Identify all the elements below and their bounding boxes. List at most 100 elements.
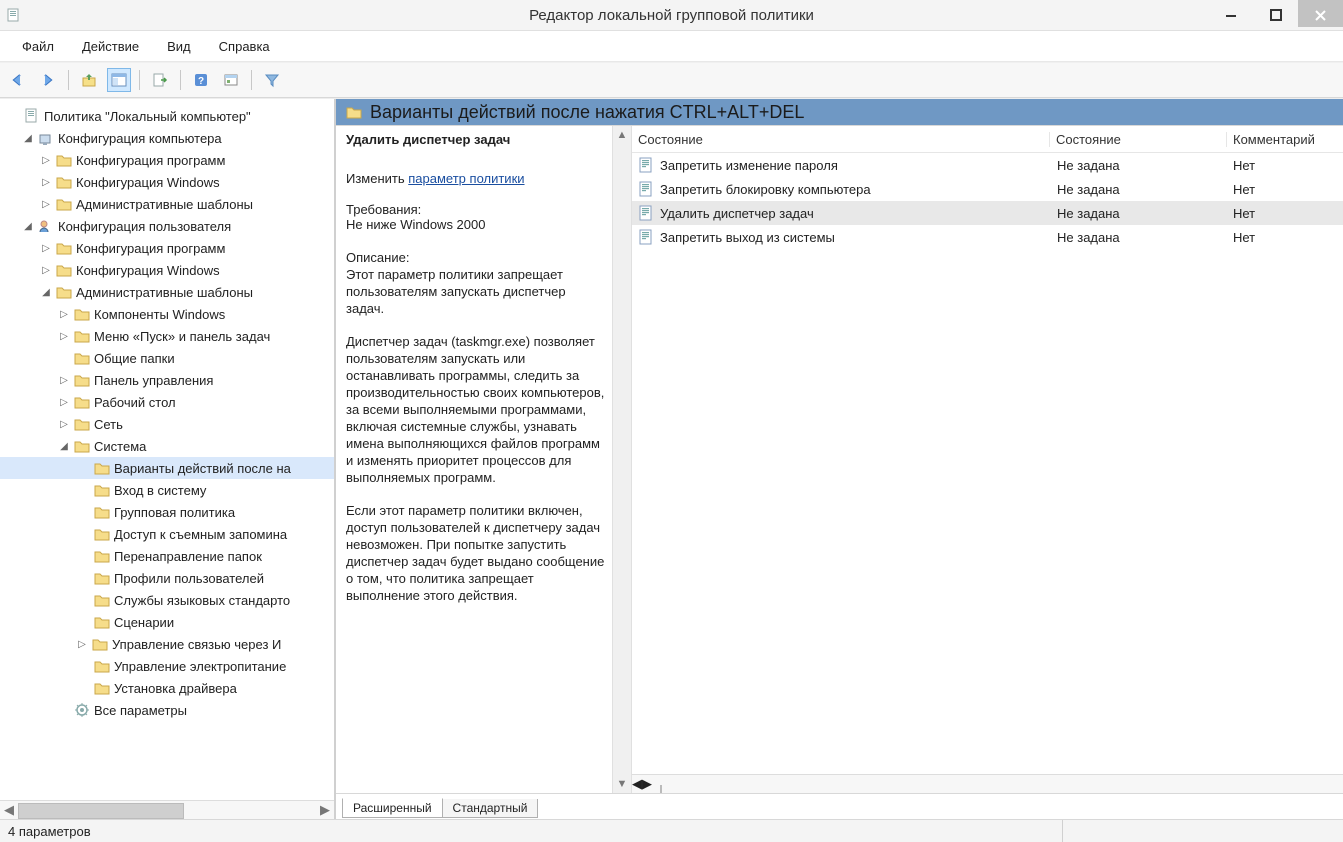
folder-icon (346, 104, 362, 120)
tree-adm-desk[interactable]: ▷Рабочий стол (0, 391, 334, 413)
tree-adm-common[interactable]: Общие папки (0, 347, 334, 369)
tree-all-settings[interactable]: Все параметры (0, 699, 334, 721)
menu-file[interactable]: Файл (8, 35, 68, 58)
tree-sys-login[interactable]: Вход в систему (0, 479, 334, 501)
tree-user-config[interactable]: ◢Конфигурация пользователя (0, 215, 334, 237)
toolbar-separator (251, 70, 252, 90)
policy-icon (638, 157, 654, 173)
tree-label: Система (94, 438, 146, 454)
tree-label: Сеть (94, 416, 123, 432)
row-state: Не задана (1051, 158, 1227, 173)
tree-label: Все параметры (94, 702, 187, 718)
close-button[interactable] (1298, 0, 1343, 27)
list-row[interactable]: Запретить изменение пароляНе заданаНет (632, 153, 1343, 177)
tree-adm-comp[interactable]: ▷Компоненты Windows (0, 303, 334, 325)
list-row[interactable]: Запретить выход из системыНе заданаНет (632, 225, 1343, 249)
tree-label: Меню «Пуск» и панель задач (94, 328, 270, 344)
scroll-down-icon[interactable]: ▼ (613, 775, 631, 793)
row-comment: Нет (1227, 158, 1343, 173)
tree-user-prog[interactable]: ▷Конфигурация программ (0, 237, 334, 259)
menu-action[interactable]: Действие (68, 35, 153, 58)
maximize-button[interactable] (1253, 3, 1298, 27)
tree-sys-folder[interactable]: Перенаправление папок (0, 545, 334, 567)
column-comment[interactable]: Комментарий (1226, 132, 1343, 147)
detail-panel: Удалить диспетчер задач Изменить парамет… (336, 126, 612, 793)
tree-hscroll[interactable]: ◀▶ (0, 800, 334, 819)
app-icon (6, 7, 22, 23)
tree-comp-adm[interactable]: ▷Административные шаблоны (0, 193, 334, 215)
list-hscroll[interactable]: ◀▶ (632, 774, 1343, 793)
svg-text:?: ? (198, 76, 204, 87)
row-state: Не задана (1051, 206, 1227, 221)
row-comment: Нет (1227, 182, 1343, 197)
status-segment (1062, 820, 1343, 842)
tree-root[interactable]: Политика "Локальный компьютер" (0, 105, 334, 127)
tab-extended[interactable]: Расширенный (342, 798, 443, 818)
row-name: Запретить блокировку компьютера (660, 182, 871, 197)
scroll-up-icon[interactable]: ▲ (613, 126, 631, 144)
tree-user-win[interactable]: ▷Конфигурация Windows (0, 259, 334, 281)
tree-adm-net[interactable]: ▷Сеть (0, 413, 334, 435)
edit-label: Изменить (346, 171, 405, 186)
properties-button[interactable] (219, 68, 243, 92)
tree-comp-prog[interactable]: ▷Конфигурация программ (0, 149, 334, 171)
tree-comp-config[interactable]: ◢Конфигурация компьютера (0, 127, 334, 149)
tab-standard[interactable]: Стандартный (442, 799, 539, 818)
tree-sys-locale[interactable]: Службы языковых стандарто (0, 589, 334, 611)
tree-label: Конфигурация программ (76, 152, 225, 168)
scroll-right-icon[interactable]: ▶ (316, 801, 334, 819)
row-name: Запретить выход из системы (660, 230, 835, 245)
tree-adm-panel[interactable]: ▷Панель управления (0, 369, 334, 391)
tree-label: Административные шаблоны (76, 284, 253, 300)
up-button[interactable] (77, 68, 101, 92)
tree-label: Управление электропитание (114, 658, 286, 674)
tree-adm-sys[interactable]: ◢Система (0, 435, 334, 457)
list-row[interactable]: Запретить блокировку компьютераНе задана… (632, 177, 1343, 201)
filter-button[interactable] (260, 68, 284, 92)
help-button[interactable]: ? (189, 68, 213, 92)
tree-sys-driver[interactable]: Установка драйвера (0, 677, 334, 699)
scroll-left-icon[interactable]: ◀ (632, 776, 642, 792)
list-header[interactable]: Состояние Состояние Комментарий (632, 126, 1343, 153)
toolbar-separator (139, 70, 140, 90)
tree-label: Конфигурация компьютера (58, 130, 222, 146)
tree-label: Конфигурация Windows (76, 262, 220, 278)
tree-label: Рабочий стол (94, 394, 176, 410)
column-name[interactable]: Состояние (632, 132, 1049, 147)
tree-sys-removable[interactable]: Доступ к съемным запомина (0, 523, 334, 545)
tree-sys-cad[interactable]: Варианты действий после на (0, 457, 334, 479)
tree-sys-gp[interactable]: Групповая политика (0, 501, 334, 523)
list-row[interactable]: Удалить диспетчер задачНе заданаНет (632, 201, 1343, 225)
scroll-right-icon[interactable]: ▶ (642, 776, 652, 792)
tree-user-adm[interactable]: ◢Административные шаблоны (0, 281, 334, 303)
tree-label: Управление связью через И (112, 636, 281, 652)
back-button[interactable] (6, 68, 30, 92)
menu-view[interactable]: Вид (153, 35, 205, 58)
edit-policy-link[interactable]: параметр политики (408, 171, 524, 186)
show-tree-button[interactable] (107, 68, 131, 92)
tree-label: Варианты действий после на (114, 460, 291, 476)
scroll-left-icon[interactable]: ◀ (0, 801, 18, 819)
tree-label: Вход в систему (114, 482, 206, 498)
column-state[interactable]: Состояние (1049, 132, 1226, 147)
export-button[interactable] (148, 68, 172, 92)
menu-help[interactable]: Справка (205, 35, 284, 58)
minimize-button[interactable] (1208, 3, 1253, 27)
tree-adm-start[interactable]: ▷Меню «Пуск» и панель задач (0, 325, 334, 347)
tree-label: Установка драйвера (114, 680, 237, 696)
tree-label: Конфигурация программ (76, 240, 225, 256)
tree-panel: Политика "Локальный компьютер" ◢Конфигур… (0, 99, 336, 819)
forward-button[interactable] (36, 68, 60, 92)
tree-sys-power[interactable]: Управление электропитание (0, 655, 334, 677)
tree-sys-scripts[interactable]: Сценарии (0, 611, 334, 633)
tree-scroll[interactable]: Политика "Локальный компьютер" ◢Конфигур… (0, 105, 334, 800)
policy-icon (638, 205, 654, 221)
tree-comp-win[interactable]: ▷Конфигурация Windows (0, 171, 334, 193)
row-name: Удалить диспетчер задач (660, 206, 814, 221)
tree-sys-profiles[interactable]: Профили пользователей (0, 567, 334, 589)
tree-label: Перенаправление папок (114, 548, 262, 564)
tree-label: Конфигурация пользователя (58, 218, 231, 234)
tree-sys-comm[interactable]: ▷Управление связью через И (0, 633, 334, 655)
detail-vscroll[interactable]: ▲▼ (612, 126, 632, 793)
toolbar: ? (0, 62, 1343, 98)
